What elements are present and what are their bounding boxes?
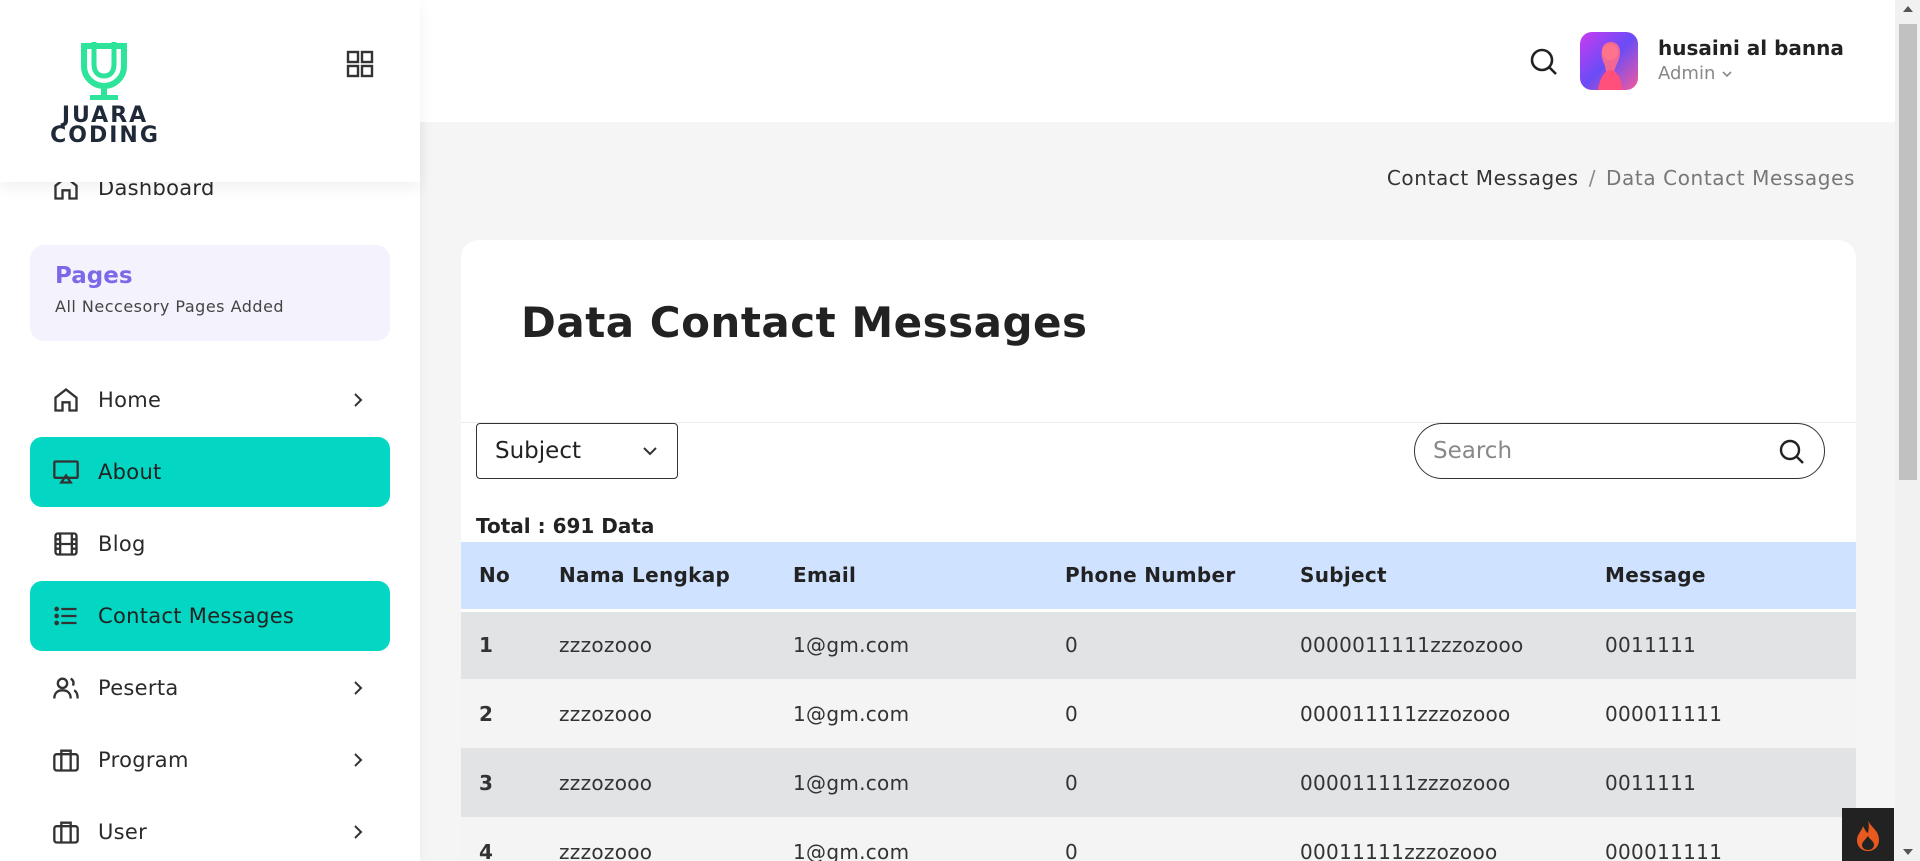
search-icon[interactable] [1778,438,1806,466]
chevron-right-icon [354,825,363,839]
film-icon [52,530,80,558]
page-title: Data Contact Messages [521,298,1088,347]
search-box [1414,423,1825,479]
user-avatar-illustration [1598,42,1622,90]
trophy-logo-icon [81,42,127,100]
sidebar-item-label: Program [98,748,189,772]
chevron-down-icon [1722,70,1732,77]
column-header-email[interactable]: Email [775,542,1047,610]
scroll-down-arrow-icon[interactable] [1903,849,1913,855]
sidebar-item-label: Peserta [98,676,179,700]
column-header-nama-lengkap[interactable]: Nama Lengkap [541,542,775,610]
sidebar-item-peserta[interactable]: Peserta [30,653,390,723]
sidebar-item-about[interactable]: About [30,437,390,507]
scroll-up-arrow-icon[interactable] [1903,6,1913,12]
messages-table: No Nama Lengkap Email Phone Number Subje… [461,542,1856,861]
cell-no: 1 [461,610,541,679]
chevron-right-icon [354,753,363,767]
grid-icon [346,50,374,78]
cell-nama-lengkap: zzzozooo [541,679,775,748]
list-icon [52,602,80,630]
chevron-right-icon [354,393,363,407]
debug-toolbar-button[interactable] [1842,808,1894,861]
column-header-message[interactable]: Message [1587,542,1856,610]
table-header-row: No Nama Lengkap Email Phone Number Subje… [461,542,1856,610]
flame-icon [1857,819,1879,851]
cell-subject: 0000011111zzzozooo [1282,610,1587,679]
header-search-button[interactable] [1528,46,1560,78]
sidebar-item-program[interactable]: Program [30,725,390,795]
chevron-right-icon [354,681,363,695]
cell-no: 4 [461,817,541,861]
user-name: husaini al banna [1658,36,1844,60]
pages-section: Pages All Neccesory Pages Added [30,245,390,341]
sidebar: JUARA CODING Dashboard Pages All Necceso… [0,0,420,861]
cell-subject: 00011111zzzozooo [1282,817,1587,861]
briefcase-icon [52,818,80,846]
sidebar-item-home[interactable]: Home [30,365,390,435]
cell-email: 1@gm.com [775,679,1047,748]
cell-phone-number: 0 [1047,817,1282,861]
table-row[interactable]: 1 zzzozooo 1@gm.com 0 0000011111zzzozooo… [461,610,1856,679]
sidebar-item-label: Contact Messages [98,604,295,628]
cell-no: 3 [461,748,541,817]
cell-message: 0011111 [1587,748,1856,817]
search-input[interactable] [1433,438,1763,464]
cell-no: 2 [461,679,541,748]
pages-subtitle: All Neccesory Pages Added [55,297,285,316]
cell-nama-lengkap: zzzozooo [541,817,775,861]
scroll-thumb[interactable] [1899,24,1917,480]
breadcrumb: Contact Messages / Data Contact Messages [1387,166,1855,190]
cell-subject: 000011111zzzozooo [1282,679,1587,748]
cell-phone-number: 0 [1047,679,1282,748]
table-row[interactable]: 3 zzzozooo 1@gm.com 0 000011111zzzozooo … [461,748,1856,817]
grid-menu-button[interactable] [344,48,376,80]
sidebar-item-contact-messages[interactable]: Contact Messages [30,581,390,651]
cell-email: 1@gm.com [775,610,1047,679]
cell-message: 000011111 [1587,679,1856,748]
cell-phone-number: 0 [1047,610,1282,679]
home-icon [52,386,80,414]
breadcrumb-separator: / [1588,166,1597,190]
cell-phone-number: 0 [1047,748,1282,817]
breadcrumb-parent[interactable]: Contact Messages [1387,166,1579,190]
cell-subject: 000011111zzzozooo [1282,748,1587,817]
sidebar-item-label: User [98,820,148,844]
column-header-subject[interactable]: Subject [1282,542,1587,610]
total-count: Total : 691 Data [476,514,655,538]
avatar[interactable] [1580,32,1638,90]
sidebar-item-label: Home [98,388,162,412]
column-header-phone-number[interactable]: Phone Number [1047,542,1282,610]
table-row[interactable]: 2 zzzozooo 1@gm.com 0 000011111zzzozooo … [461,679,1856,748]
users-icon [52,674,80,702]
sidebar-item-label: About [98,460,162,484]
cell-email: 1@gm.com [775,748,1047,817]
cell-email: 1@gm.com [775,817,1047,861]
cell-nama-lengkap: zzzozooo [541,610,775,679]
table-row[interactable]: 4 zzzozooo 1@gm.com 0 00011111zzzozooo 0… [461,817,1856,861]
brand-logo[interactable]: JUARA CODING [48,38,160,148]
user-role-dropdown[interactable]: Admin [1658,63,1733,84]
briefcase-icon [52,746,80,774]
logo-text: JUARA CODING [50,103,160,148]
chevron-down-icon [643,447,657,456]
logo-area: JUARA CODING [0,0,420,182]
cell-nama-lengkap: zzzozooo [541,748,775,817]
top-header: husaini al banna Admin [420,0,1895,122]
filter-select[interactable]: Subject [476,423,678,479]
sidebar-item-user[interactable]: User [30,797,390,861]
cell-message: 000011111 [1587,817,1856,861]
search-icon [1530,48,1557,75]
column-header-no[interactable]: No [461,542,541,610]
cell-message: 0011111 [1587,610,1856,679]
sidebar-item-blog[interactable]: Blog [30,509,390,579]
filter-select-value: Subject [495,438,581,464]
breadcrumb-current: Data Contact Messages [1606,166,1855,190]
page-scrollbar[interactable] [1895,0,1920,861]
content-card: Data Contact Messages Subject Total : 69… [461,240,1856,861]
airplay-icon [52,458,80,486]
sidebar-item-label: Blog [98,532,146,556]
pages-title: Pages [55,263,133,289]
user-role-label: Admin [1658,63,1716,84]
